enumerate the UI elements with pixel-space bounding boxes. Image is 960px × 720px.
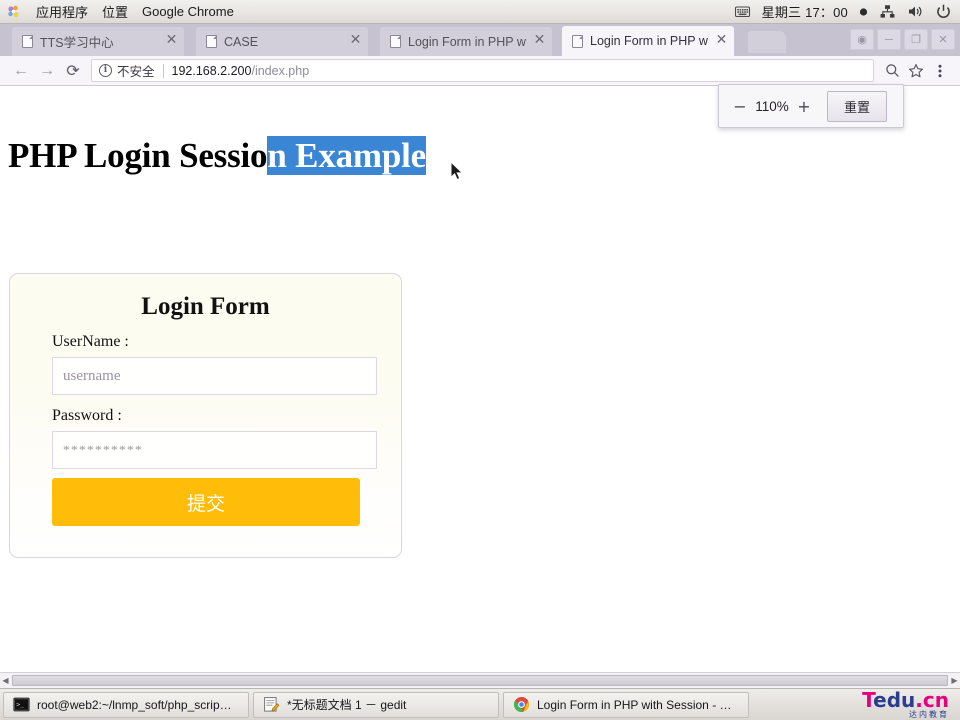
taskbar-item-label: *无标题文档 1 － gedit xyxy=(287,698,407,712)
gedit-icon xyxy=(263,696,280,713)
zoom-popup: − 110% + 重置 xyxy=(718,84,904,128)
scroll-right-arrow-icon[interactable]: ▶ xyxy=(949,673,960,689)
menu-applications[interactable]: 应用程序 xyxy=(36,2,88,21)
taskbar-item-terminal[interactable]: >_ root@web2:~/lnmp_soft/php_scrip… xyxy=(3,691,249,718)
volume-icon[interactable] xyxy=(907,3,924,20)
close-window-icon[interactable]: ✕ xyxy=(931,29,955,50)
page-favicon-icon xyxy=(22,35,33,48)
taskbar-item-gedit[interactable]: *无标题文档 1 － gedit xyxy=(253,691,499,718)
tab-close-icon[interactable]: ✕ xyxy=(531,33,548,50)
new-tab-button[interactable] xyxy=(748,31,786,53)
tedu-logo-subtitle: 达内教育 xyxy=(909,710,949,719)
login-form-title: Login Form xyxy=(141,293,270,320)
menu-google-chrome[interactable]: Google Chrome xyxy=(142,4,234,19)
page-favicon-icon xyxy=(206,35,217,48)
reload-icon[interactable]: ⟳ xyxy=(60,58,86,84)
zoom-level-label: 110% xyxy=(755,98,789,114)
panel-tray: 星期三 17：00 xyxy=(734,2,960,21)
three-dot-menu-icon[interactable] xyxy=(928,59,952,83)
menu-places[interactable]: 位置 xyxy=(102,2,128,21)
minimize-icon[interactable]: ─ xyxy=(877,29,901,50)
zoom-out-button[interactable]: − xyxy=(729,97,751,116)
tedu-logo-t: T xyxy=(862,688,874,712)
page-viewport: PHP Login Session Example Login Form Use… xyxy=(0,86,960,672)
browser-tab-2[interactable]: Login Form in PHP w ✕ xyxy=(380,27,552,56)
browser-tab-0[interactable]: TTS学习中心 ✕ xyxy=(12,27,184,56)
security-status-label: 不安全 xyxy=(117,65,155,79)
tab-title: Login Form in PHP w xyxy=(408,34,526,49)
page-favicon-icon xyxy=(572,34,583,48)
chrome-icon xyxy=(513,696,530,713)
panel-clock[interactable]: 星期三 17：00 xyxy=(762,2,848,21)
tab-close-icon[interactable]: ✕ xyxy=(713,32,730,50)
desktop-taskbar: >_ root@web2:~/lnmp_soft/php_scrip… *无标题… xyxy=(0,688,960,720)
terminal-icon: >_ xyxy=(13,696,30,713)
gnome-top-panel: 应用程序 位置 Google Chrome 星期三 17：00 xyxy=(0,0,960,24)
submit-button[interactable]: 提交 xyxy=(52,478,360,526)
tab-title: CASE xyxy=(224,34,259,49)
taskbar-item-chrome[interactable]: Login Form in PHP with Session - … xyxy=(503,691,749,718)
chrome-tab-strip: TTS学习中心 ✕ CASE ✕ Login Form in PHP w ✕ L… xyxy=(0,24,960,56)
window-controls: ◉ ─ ❐ ✕ xyxy=(850,29,955,50)
page-title: PHP Login Session Example xyxy=(8,136,426,176)
tab-title: TTS学习中心 xyxy=(40,36,114,50)
password-label: Password : xyxy=(52,407,122,424)
page-title-selected-text: n Example xyxy=(267,136,426,175)
password-input[interactable] xyxy=(52,431,377,469)
horizontal-scrollbar[interactable]: ◀ ▶ xyxy=(0,672,960,688)
username-input[interactable] xyxy=(52,357,377,395)
keyboard-icon[interactable] xyxy=(734,3,751,20)
username-label: UserName : xyxy=(52,333,129,350)
forward-arrow-icon[interactable]: → xyxy=(34,58,60,84)
zoom-search-icon[interactable] xyxy=(880,59,904,83)
tab-close-icon[interactable]: ✕ xyxy=(347,33,364,50)
info-circle-icon[interactable]: i xyxy=(99,64,112,77)
panel-menu-group: 应用程序 位置 Google Chrome xyxy=(0,2,234,21)
zoom-reset-button[interactable]: 重置 xyxy=(827,90,888,122)
scrollbar-thumb[interactable] xyxy=(12,675,948,686)
taskbar-item-label: Login Form in PHP with Session - … xyxy=(537,697,732,712)
svg-text:>_: >_ xyxy=(16,700,24,708)
tedu-logo-text: Tedu.cn xyxy=(862,690,949,710)
screen: 应用程序 位置 Google Chrome 星期三 17：00 TTS学习中心 … xyxy=(0,0,960,720)
zoom-in-button[interactable]: + xyxy=(793,97,815,116)
taskbar-item-label: root@web2:~/lnmp_soft/php_scrip… xyxy=(37,697,232,712)
url-host: 192.168.2.200 xyxy=(171,63,252,78)
record-dot-icon xyxy=(859,3,868,20)
omnibox-divider xyxy=(162,63,164,78)
address-bar[interactable]: i 不安全 192.168.2.200 /index.php xyxy=(91,59,874,82)
page-favicon-icon xyxy=(390,35,401,48)
tab-close-icon[interactable]: ✕ xyxy=(163,33,180,50)
tedu-logo-cn: .cn xyxy=(915,688,949,712)
scroll-left-arrow-icon[interactable]: ◀ xyxy=(0,673,11,689)
browser-tab-1[interactable]: CASE ✕ xyxy=(196,27,368,56)
maximize-icon[interactable]: ❐ xyxy=(904,29,928,50)
tedu-logo-edu: edu xyxy=(873,688,916,712)
gnome-logo-icon xyxy=(6,4,22,20)
back-arrow-icon[interactable]: ← xyxy=(8,58,34,84)
network-icon[interactable] xyxy=(879,3,896,20)
browser-tab-3[interactable]: Login Form in PHP w ✕ xyxy=(562,26,734,56)
star-icon[interactable] xyxy=(904,59,928,83)
profile-avatar-icon[interactable]: ◉ xyxy=(850,29,874,50)
page-title-plain: PHP Login Sessio xyxy=(8,136,268,175)
chrome-toolbar: ← → ⟳ i 不安全 192.168.2.200 /index.php xyxy=(0,56,960,86)
tedu-watermark-logo: Tedu.cn 达内教育 xyxy=(862,690,957,719)
url-path: /index.php xyxy=(251,63,310,78)
power-icon[interactable] xyxy=(935,3,952,20)
tab-title: Login Form in PHP w xyxy=(590,34,708,48)
login-form-card: Login Form UserName : Password : 提交 xyxy=(9,273,402,558)
